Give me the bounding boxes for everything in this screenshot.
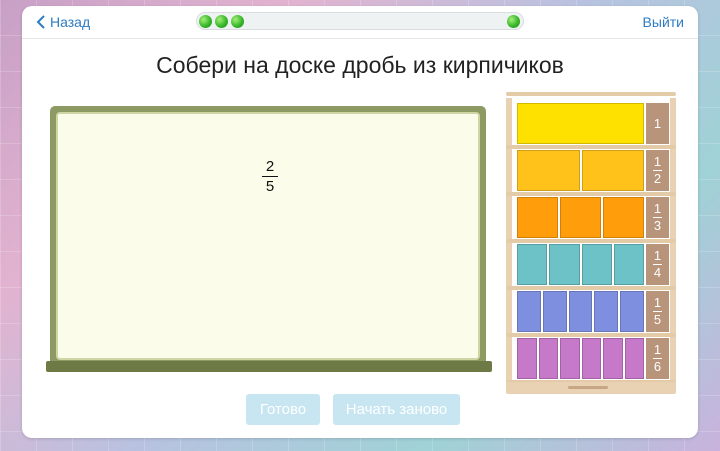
brick-group: [517, 197, 644, 238]
fraction-numerator: 2: [265, 158, 275, 175]
fraction-brick[interactable]: [517, 244, 548, 285]
label-denominator: 6: [653, 359, 662, 374]
fraction-bar: [262, 176, 278, 177]
fraction-brick[interactable]: [594, 291, 619, 332]
fraction-brick[interactable]: [581, 244, 612, 285]
fraction-brick[interactable]: [581, 338, 601, 379]
label-numerator: 1: [653, 295, 662, 310]
label-denominator: 5: [653, 312, 662, 327]
fraction-brick[interactable]: [517, 103, 644, 144]
label-numerator: 1: [653, 115, 662, 131]
top-bar: Назад Выйти: [22, 6, 698, 39]
shelf-base: [506, 382, 676, 394]
fraction-brick[interactable]: [624, 338, 644, 379]
progress-bar: [196, 12, 524, 30]
label-denominator: 3: [653, 218, 662, 233]
brick-group: [517, 244, 644, 285]
exit-button[interactable]: Выйти: [643, 14, 684, 30]
fraction-brick[interactable]: [549, 244, 580, 285]
restart-button[interactable]: Начать заново: [333, 394, 460, 425]
fraction-brick[interactable]: [542, 291, 567, 332]
fraction-brick[interactable]: [517, 291, 541, 332]
shelf-row: 12: [512, 147, 670, 193]
fraction-brick[interactable]: [603, 197, 644, 238]
fraction-brick[interactable]: [517, 338, 537, 379]
brick-group: [517, 338, 644, 379]
label-numerator: 1: [653, 154, 662, 169]
shelf-row: 16: [512, 335, 670, 381]
fraction-brick[interactable]: [560, 197, 601, 238]
brick-shelf: 11213141516: [506, 92, 676, 394]
chalk-board[interactable]: 2 5: [50, 106, 486, 366]
shelf-top: [506, 92, 676, 96]
board-ledge: [46, 361, 492, 372]
board-surface[interactable]: 2 5: [56, 112, 480, 360]
label-numerator: 1: [653, 248, 662, 263]
shelf-row: 14: [512, 241, 670, 287]
brick-label: 1: [646, 103, 669, 144]
fraction-brick[interactable]: [613, 244, 644, 285]
brick-label: 16: [646, 338, 669, 379]
fraction-brick[interactable]: [620, 291, 644, 332]
fraction-brick[interactable]: [560, 338, 580, 379]
fraction-brick[interactable]: [517, 150, 580, 191]
target-fraction: 2 5: [262, 158, 278, 195]
exercise-card: Назад Выйти Собери на доске дробь из кир…: [22, 6, 698, 438]
label-numerator: 1: [653, 201, 662, 216]
label-denominator: 2: [653, 171, 662, 186]
chevron-left-icon: [36, 15, 46, 29]
brick-group: [517, 103, 644, 144]
shelf-row: 13: [512, 194, 670, 240]
brick-group: [517, 291, 644, 332]
shelf-row: 15: [512, 288, 670, 334]
label-numerator: 1: [653, 342, 662, 357]
progress-dot: [231, 15, 244, 28]
fraction-brick[interactable]: [538, 338, 558, 379]
progress-dot: [199, 15, 212, 28]
label-denominator: 4: [653, 265, 662, 280]
brick-label: 12: [646, 150, 669, 191]
brick-label: 15: [646, 291, 669, 332]
fraction-brick[interactable]: [603, 338, 623, 379]
shelf-handle: [568, 386, 608, 389]
progress-dot: [215, 15, 228, 28]
fraction-brick[interactable]: [568, 291, 593, 332]
shelf-row: 1: [512, 100, 670, 146]
back-button[interactable]: Назад: [36, 14, 90, 30]
fraction-denominator: 5: [265, 178, 275, 195]
brick-group: [517, 150, 644, 191]
page-title: Собери на доске дробь из кирпичиков: [156, 52, 564, 78]
brick-label: 13: [646, 197, 669, 238]
fraction-brick[interactable]: [581, 150, 644, 191]
back-label: Назад: [50, 14, 91, 30]
brick-label: 14: [646, 244, 669, 285]
progress-end-dot: [507, 15, 520, 28]
done-button[interactable]: Готово: [246, 394, 320, 425]
fraction-brick[interactable]: [517, 197, 558, 238]
